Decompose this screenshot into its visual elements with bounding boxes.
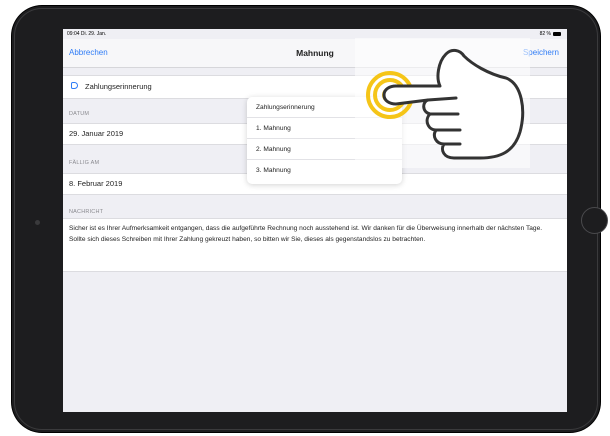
message-section-header: NACHRICHT [69,209,104,215]
status-battery: 82 % [540,31,561,37]
date-section-header: DATUM [69,111,90,117]
front-camera [35,220,40,225]
battery-icon [553,32,561,36]
reminder-type-value: Zahlungserinnerung [85,82,152,91]
home-button[interactable] [581,207,608,234]
message-field[interactable]: Sicher ist es Ihrer Aufmerksamkeit entga… [63,218,567,272]
tag-icon [71,82,78,89]
message-text: Sicher ist es Ihrer Aufmerksamkeit entga… [69,225,543,243]
battery-percentage: 82 % [539,31,551,37]
pointing-hand-icon [366,48,525,160]
hand-outline [382,48,525,160]
empty-area [63,272,567,412]
status-time: 09:04 Di. 29. Jan. [67,31,107,37]
date-value: 29. Januar 2019 [69,129,124,138]
due-section-header: FÄLLIG AM [69,160,100,166]
due-date-value: 8. Februar 2019 [69,179,123,188]
